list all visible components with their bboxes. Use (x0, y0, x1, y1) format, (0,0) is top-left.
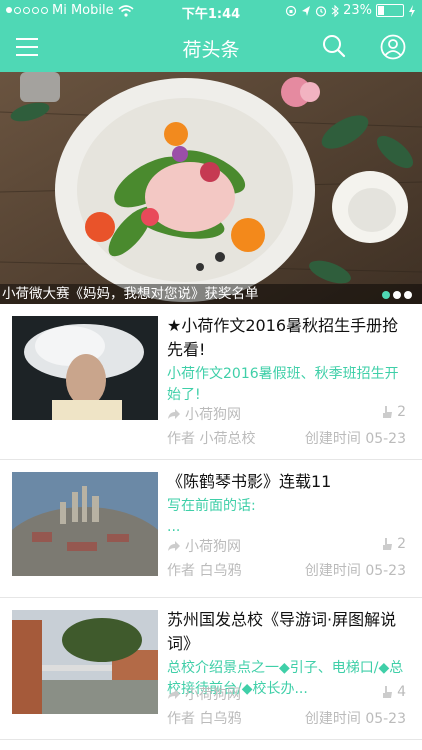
like-icon[interactable] (381, 405, 393, 419)
pager-dot-1[interactable] (382, 291, 390, 299)
created-label: 创建时间 (304, 711, 361, 727)
article-source: 小荷狗网 (185, 687, 241, 703)
author-label: 作者 (167, 563, 195, 579)
banner-caption: 小荷微大赛《妈妈，我想对您说》获奖名单 (0, 284, 422, 304)
status-right: 23% (285, 3, 416, 18)
article-author: 小荷总校 (199, 431, 256, 447)
created-label: 创建时间 (304, 563, 361, 579)
article-item[interactable]: ★小荷作文2016暑秋招生手册抢先看! 小荷作文2016暑假班、秋季班招生开始了… (0, 304, 422, 460)
article-likes: 2 (397, 404, 406, 420)
battery-percent: 23% (343, 3, 372, 18)
article-source: 小荷狗网 (185, 407, 241, 423)
pager-dot-3[interactable] (404, 291, 412, 299)
top-bar: Mi Mobile 下午1:44 23% 荷头条 (0, 0, 422, 72)
author-label: 作者 (167, 711, 195, 727)
charging-icon (409, 4, 415, 17)
article-list: ★小荷作文2016暑秋招生手册抢先看! 小荷作文2016暑假班、秋季班招生开始了… (0, 304, 422, 740)
banner-image (0, 72, 422, 304)
battery-icon (376, 4, 404, 17)
article-headline[interactable]: 苏州国发总校《导游词·屏图解说词》 (167, 608, 406, 656)
nav-bar: 荷头条 (0, 22, 422, 72)
search-icon[interactable] (322, 34, 346, 58)
article-created: 05-23 (365, 431, 406, 447)
app-title: 荷头条 (182, 39, 240, 61)
like-icon[interactable] (381, 537, 393, 551)
bluetooth-icon (331, 4, 339, 17)
author-label: 作者 (167, 431, 195, 447)
article-source-row: 小荷狗网 2 (167, 404, 406, 424)
article-headline[interactable]: ★小荷作文2016暑秋招生手册抢先看! (167, 314, 406, 362)
rotation-lock-icon (285, 5, 297, 16)
article-headline[interactable]: 《陈鹤琴书影》连载11 (167, 470, 406, 494)
article-author: 白乌鸦 (199, 563, 242, 579)
article-created: 05-23 (365, 711, 406, 727)
article-thumbnail (12, 610, 158, 714)
article-thumbnail (12, 472, 158, 576)
share-icon[interactable] (167, 408, 181, 420)
like-icon[interactable] (381, 685, 393, 699)
created-label: 创建时间 (304, 431, 361, 447)
alarm-icon (315, 5, 327, 17)
location-icon (302, 5, 311, 16)
user-icon[interactable] (380, 34, 406, 60)
article-item[interactable]: 《陈鹤琴书影》连载11 写在前面的话: ... 小荷狗网 2 作者 白乌鸦 创建… (0, 460, 422, 598)
article-source-row: 小荷狗网 4 (167, 684, 406, 704)
status-bar: Mi Mobile 下午1:44 23% (0, 0, 422, 22)
article-item[interactable]: 苏州国发总校《导游词·屏图解说词》 总校介绍景点之一◆引子、电梯口/◆总校接待前… (0, 598, 422, 740)
article-summary: 写在前面的话: ... (167, 498, 256, 535)
article-text: 《陈鹤琴书影》连载11 写在前面的话: ... (167, 470, 406, 538)
article-summary: 小荷作文2016暑假班、秋季班招生开始了! (167, 366, 399, 403)
article-likes: 4 (397, 684, 406, 700)
share-icon[interactable] (167, 540, 181, 552)
article-source-row: 小荷狗网 2 (167, 536, 406, 556)
article-meta-row: 作者 白乌鸦 创建时间 05-23 (167, 708, 406, 728)
article-meta-row: 作者 白乌鸦 创建时间 05-23 (167, 560, 406, 580)
banner-pager (382, 291, 412, 299)
article-thumbnail (12, 316, 158, 420)
article-author: 白乌鸦 (199, 711, 242, 727)
article-source: 小荷狗网 (185, 539, 241, 555)
article-text: ★小荷作文2016暑秋招生手册抢先看! 小荷作文2016暑假班、秋季班招生开始了… (167, 314, 406, 406)
pager-dot-2[interactable] (393, 291, 401, 299)
article-likes: 2 (397, 536, 406, 552)
share-icon[interactable] (167, 688, 181, 700)
article-created: 05-23 (365, 563, 406, 579)
featured-banner[interactable]: 小荷微大赛《妈妈，我想对您说》获奖名单 (0, 72, 422, 304)
article-meta-row: 作者 小荷总校 创建时间 05-23 (167, 428, 406, 448)
